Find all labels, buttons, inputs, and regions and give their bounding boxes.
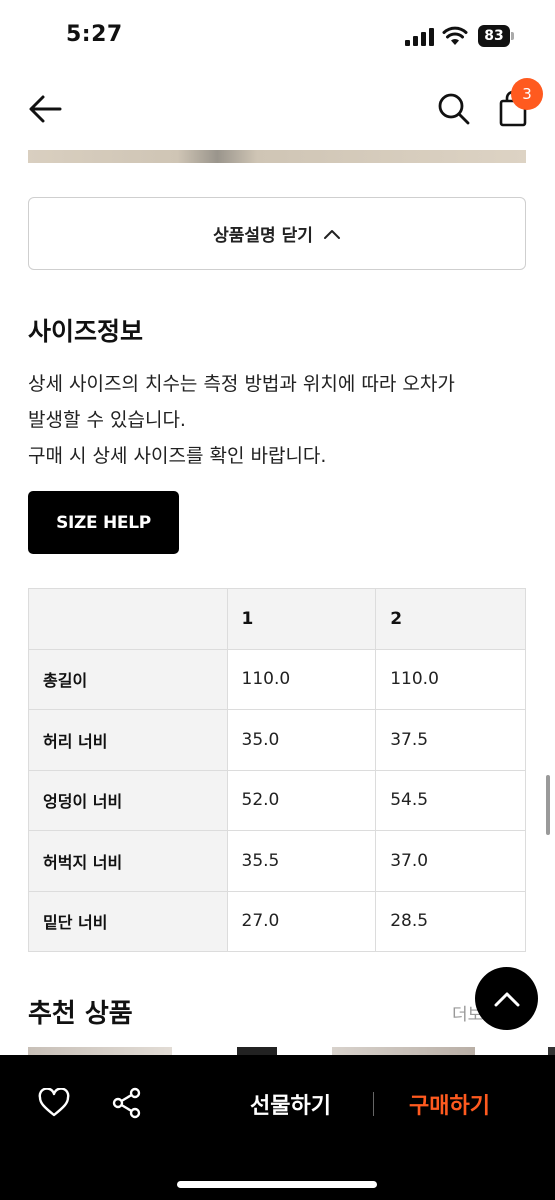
table-header-cell: 2 (375, 588, 526, 650)
search-icon[interactable] (437, 92, 471, 126)
row-label: 엉덩이 너비 (28, 769, 228, 831)
collapse-description-button[interactable]: 상품설명 닫기 (28, 197, 526, 270)
battery-icon: 83 (478, 25, 514, 47)
top-nav (0, 72, 555, 148)
size-table: 1 2 총길이 110.0 110.0 허리 너비 35.0 37.5 엉덩이 … (28, 588, 526, 952)
table-cell: 27.0 (226, 890, 377, 952)
battery-level: 83 (478, 25, 510, 47)
cellular-signal-icon (405, 28, 434, 46)
table-cell: 28.5 (375, 890, 526, 952)
table-row: 총길이 110.0 110.0 (28, 648, 526, 710)
status-time: 5:27 (66, 22, 123, 47)
table-header-cell (28, 588, 228, 650)
scroll-to-top-button[interactable] (475, 967, 538, 1030)
size-info-title: 사이즈정보 (28, 317, 144, 346)
wifi-icon (442, 26, 468, 45)
table-cell: 35.0 (226, 709, 377, 771)
chevron-up-icon (323, 229, 340, 239)
status-bar: 5:27 83 (0, 0, 555, 72)
table-row: 허벅지 너비 35.5 37.0 (28, 830, 526, 892)
divider (373, 1092, 374, 1116)
collapse-button-label: 상품설명 닫기 (213, 226, 313, 246)
heart-icon[interactable] (38, 1088, 70, 1118)
share-icon[interactable] (112, 1087, 142, 1119)
gift-button[interactable]: 선물하기 (250, 1088, 331, 1120)
table-header-row: 1 2 (28, 588, 526, 650)
product-image-bottom (28, 150, 526, 163)
row-label: 허리 너비 (28, 709, 228, 771)
table-row: 밑단 너비 27.0 28.5 (28, 890, 526, 952)
row-label: 총길이 (28, 648, 228, 710)
arrow-up-icon (494, 992, 519, 1006)
bottom-action-bar: 선물하기 구매하기 (0, 1055, 555, 1200)
table-cell: 35.5 (226, 830, 377, 892)
table-row: 엉덩이 너비 52.0 54.5 (28, 769, 526, 831)
row-label: 밑단 너비 (28, 890, 228, 952)
size-info-desc-line: 구매 시 상세 사이즈를 확인 바랍니다. (28, 445, 327, 467)
home-indicator (177, 1181, 377, 1188)
table-cell: 54.5 (375, 769, 526, 831)
size-help-button[interactable]: SIZE HELP (28, 491, 179, 554)
table-cell: 110.0 (375, 648, 526, 710)
size-info-desc-line: 발생할 수 있습니다. (28, 409, 186, 431)
buy-button[interactable]: 구매하기 (409, 1088, 490, 1120)
back-arrow-icon[interactable] (28, 94, 62, 124)
size-info-description: 상세 사이즈의 치수는 측정 방법과 위치에 따라 오차가 발생할 수 있습니다… (28, 366, 528, 474)
size-info-desc-line: 상세 사이즈의 치수는 측정 방법과 위치에 따라 오차가 (28, 373, 455, 395)
table-header-cell: 1 (226, 588, 377, 650)
row-label: 허벅지 너비 (28, 830, 228, 892)
table-cell: 110.0 (226, 648, 377, 710)
table-cell: 37.0 (375, 830, 526, 892)
cart-count-badge: 3 (511, 78, 543, 110)
scrollbar[interactable] (546, 775, 550, 835)
table-cell: 37.5 (375, 709, 526, 771)
table-cell: 52.0 (226, 769, 377, 831)
table-row: 허리 너비 35.0 37.5 (28, 709, 526, 771)
recommend-title: 추천 상품 (28, 999, 133, 1029)
